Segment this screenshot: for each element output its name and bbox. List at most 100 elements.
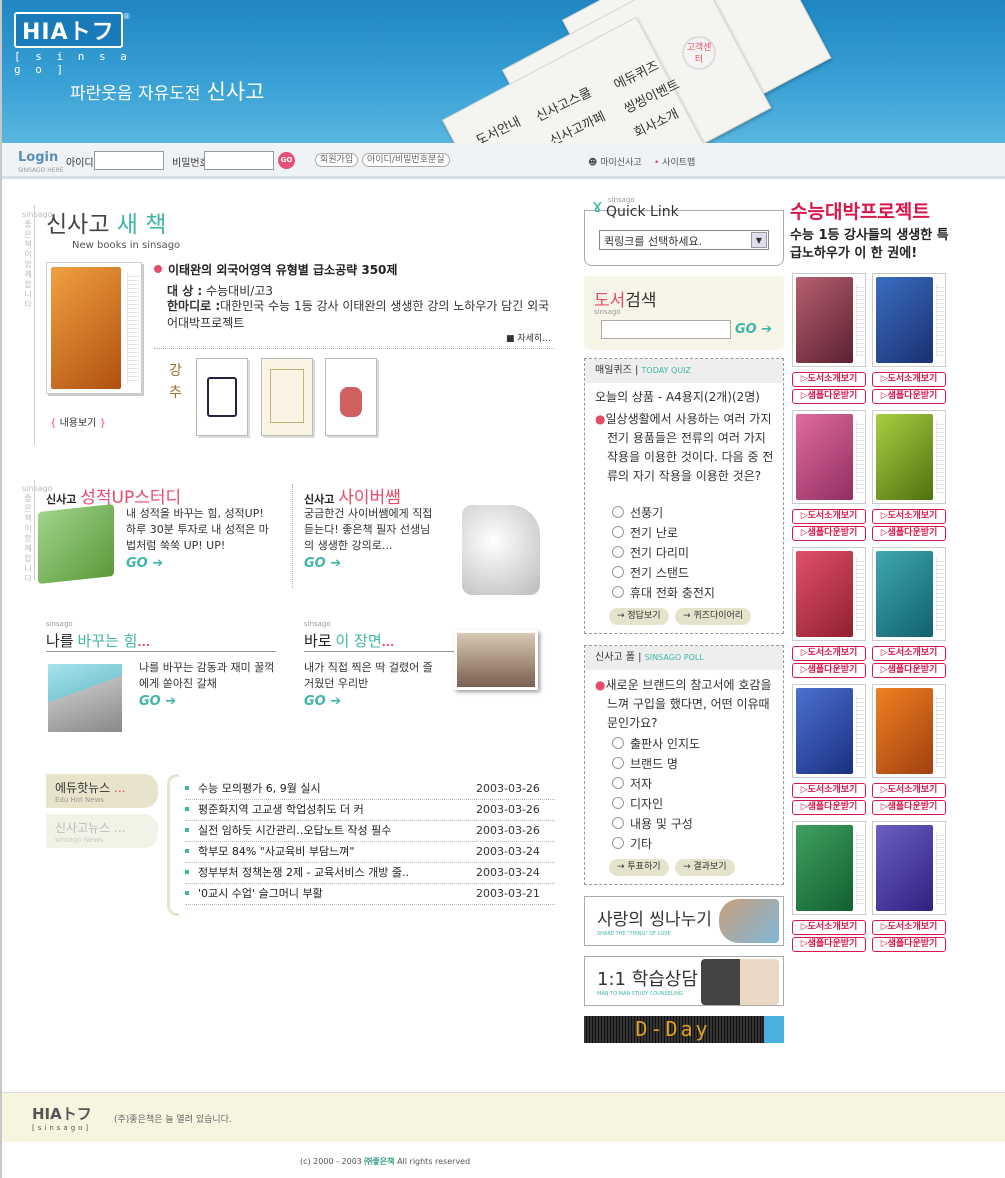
book-thumb[interactable] xyxy=(196,358,248,436)
sample-download-button[interactable]: ▷샘플다운받기 xyxy=(872,937,946,952)
join-button[interactable]: 회원가입 xyxy=(315,153,359,167)
newbook-title[interactable]: 이태완의 외국어영역 유형별 급소공략 350제 xyxy=(154,261,397,278)
login-go-button[interactable]: GO xyxy=(278,152,295,169)
detail-link[interactable]: ■ 자세히... xyxy=(506,331,551,344)
news-row[interactable]: 평준화지역 고교생 학업성취도 더 커 2003-03-26 xyxy=(185,800,555,821)
sitemap-label: 사이트맵 xyxy=(662,158,696,168)
summary-value: 대한민국 수능 1등 강사 이태완의 생생한 강의 노하우가 담긴 외국어대박프… xyxy=(167,299,550,330)
book-thumb[interactable] xyxy=(325,358,377,436)
book-intro-button[interactable]: ▷도서소개보기 xyxy=(872,372,946,387)
sample-download-button[interactable]: ▷샘플다운받기 xyxy=(872,663,946,678)
view-content-link[interactable]: { 내용보기 } xyxy=(50,414,106,429)
logo-mark[interactable]: HIAトフ xyxy=(14,12,123,48)
news-row[interactable]: 정부부처 정책논쟁 2제 - 교육서비스 개방 줄.. 2003-03-24 xyxy=(185,863,555,884)
news-title[interactable]: 학부모 84% "사교육비 부담느껴" xyxy=(198,845,354,858)
poll-option[interactable]: 기타 xyxy=(612,835,652,852)
sample-download-button[interactable]: ▷샘플다운받기 xyxy=(872,526,946,541)
quiz-option[interactable]: 전기 스탠드 xyxy=(612,564,689,581)
sample-download-button[interactable]: ▷샘플다운받기 xyxy=(792,800,866,815)
poll-option[interactable]: 내용 및 구성 xyxy=(612,815,693,832)
book-intro-button[interactable]: ▷도서소개보기 xyxy=(872,920,946,935)
sample-download-button[interactable]: ▷샘플다운받기 xyxy=(792,389,866,404)
sample-download-button[interactable]: ▷샘플다운받기 xyxy=(872,389,946,404)
quiz-head: 매일퀴즈 | TODAY QUIZ xyxy=(585,359,783,383)
quiz-option[interactable]: 전기 다리미 xyxy=(612,544,689,561)
project-book-cover[interactable] xyxy=(872,547,946,641)
counseling-banner[interactable]: 1:1 학습상담 MAN TO MAN STUDY COUNSELING xyxy=(584,956,784,1006)
book-intro-button[interactable]: ▷도서소개보기 xyxy=(792,783,866,798)
quicklink-select[interactable]: 퀵링크를 선택하세요. ▼ xyxy=(599,230,769,250)
sample-download-button[interactable]: ▷샘플다운받기 xyxy=(872,800,946,815)
news-title[interactable]: 수능 모의평가 6, 9월 실시 xyxy=(198,782,321,795)
book-search-input[interactable] xyxy=(601,320,731,339)
scene-go-button[interactable]: GO ➔ xyxy=(304,694,341,709)
project-book-cover[interactable] xyxy=(792,547,866,641)
book-intro-button[interactable]: ▷도서소개보기 xyxy=(872,509,946,524)
news-row[interactable]: 학부모 84% "사교육비 부담느껴" 2003-03-24 xyxy=(185,842,555,863)
sample-download-button[interactable]: ▷샘플다운받기 xyxy=(792,663,866,678)
study-go-button[interactable]: GO ➔ xyxy=(126,556,163,571)
project-book-cover[interactable] xyxy=(872,821,946,915)
cover-spine xyxy=(127,273,139,383)
share-love-banner[interactable]: 사랑의 씽나누기 SHARE THE "THING" OF LOVE xyxy=(584,896,784,946)
vote-button[interactable]: → 투표하기 xyxy=(609,859,669,876)
book-intro-button[interactable]: ▷도서소개보기 xyxy=(792,372,866,387)
poll-option[interactable]: 브랜드 명 xyxy=(612,755,678,772)
search-go-button[interactable]: GO ➔ xyxy=(735,322,772,337)
book-thumb[interactable] xyxy=(261,358,313,436)
tab-sinsago-news[interactable]: 신사고뉴스 ... sinsago News xyxy=(46,814,158,848)
news-title[interactable]: 평준화지역 고교생 학업성취도 더 커 xyxy=(198,803,364,816)
news-date: 2003-03-26 xyxy=(476,803,540,816)
customer-center-button[interactable]: 고객센터 xyxy=(682,36,716,70)
project-book-cover[interactable] xyxy=(872,273,946,367)
power-go-button[interactable]: GO ➔ xyxy=(139,694,176,709)
quiz-diary-button[interactable]: → 퀴즈다이어리 xyxy=(675,608,752,625)
poll-result-button[interactable]: → 결과보기 xyxy=(675,859,735,876)
scene-heading[interactable]: 바로 이 장면... xyxy=(304,630,394,651)
book-intro-button[interactable]: ▷도서소개보기 xyxy=(872,783,946,798)
news-title[interactable]: 정부부처 정책논쟁 2제 - 교육서비스 개방 줄.. xyxy=(198,866,409,879)
book-intro-button[interactable]: ▷도서소개보기 xyxy=(792,920,866,935)
book-intro-button[interactable]: ▷도서소개보기 xyxy=(792,646,866,661)
book-intro-button[interactable]: ▷도서소개보기 xyxy=(792,509,866,524)
sample-download-button[interactable]: ▷샘플다운받기 xyxy=(792,937,866,952)
news-title[interactable]: '0교시 수업' 슬그머니 부활 xyxy=(198,887,323,900)
password-input[interactable] xyxy=(204,151,274,170)
news-title[interactable]: 실전 임하듯 시간관리‥오답노트 작성 필수 xyxy=(198,824,391,837)
project-book-cover[interactable] xyxy=(872,410,946,504)
sample-download-button[interactable]: ▷샘플다운받기 xyxy=(792,526,866,541)
poll-option[interactable]: 디자인 xyxy=(612,795,663,812)
site-logo[interactable]: HIAトフ® [ s i n s a g o ] xyxy=(14,12,132,76)
cover-art xyxy=(876,414,933,500)
news-row[interactable]: 수능 모의평가 6, 9월 실시 2003-03-26 xyxy=(185,779,555,800)
project-book-cover[interactable] xyxy=(872,684,946,778)
news-row[interactable]: '0교시 수업' 슬그머니 부활 2003-03-21 xyxy=(185,884,555,905)
quiz-answer-button[interactable]: → 정답보기 xyxy=(609,608,669,625)
cyber-go-button[interactable]: GO ➔ xyxy=(304,556,341,571)
poll-option[interactable]: 출판사 인지도 xyxy=(612,735,700,752)
dday-banner[interactable]: D-Day xyxy=(584,1016,784,1043)
project-book-cover[interactable] xyxy=(792,410,866,504)
poll-option[interactable]: 저자 xyxy=(612,775,652,792)
chevron-down-icon[interactable]: ▼ xyxy=(751,232,767,248)
cyber-heading[interactable]: 신사고 사이버쌤 xyxy=(304,483,401,508)
scene-desc: 내가 직접 찍은 딱 걸렸어 즐거웠던 우리반 xyxy=(304,661,433,690)
class-photo[interactable] xyxy=(454,630,538,690)
project-book-cover[interactable] xyxy=(792,821,866,915)
mysinsago-link[interactable]: ☻ 마이신사고 xyxy=(588,155,642,168)
power-heading[interactable]: 나를 바꾸는 힘... xyxy=(46,630,150,651)
quiz-option[interactable]: 전기 난로 xyxy=(612,524,678,541)
news-row[interactable]: 실전 임하듯 시간관리‥오답노트 작성 필수 2003-03-26 xyxy=(185,821,555,842)
study-heading[interactable]: 신사고 성적UP스터디 xyxy=(46,483,181,508)
book-intro-button[interactable]: ▷도서소개보기 xyxy=(872,646,946,661)
newbook-cover[interactable] xyxy=(46,262,142,394)
quiz-option[interactable]: 선풍기 xyxy=(612,504,663,521)
id-input[interactable] xyxy=(94,151,164,170)
tab-edu-hot-news[interactable]: 에듀핫뉴스 ... Edu Hot News xyxy=(46,774,158,808)
quiz-option[interactable]: 휴대 전화 충전지 xyxy=(612,584,715,601)
project-book-cover[interactable] xyxy=(792,684,866,778)
poll-btn2-label: 결과보기 xyxy=(693,862,727,872)
project-book-cover[interactable] xyxy=(792,273,866,367)
find-account-button[interactable]: 아이디/비밀번호분실 xyxy=(362,153,450,167)
sitemap-link[interactable]: • 사이트맵 xyxy=(654,155,695,168)
